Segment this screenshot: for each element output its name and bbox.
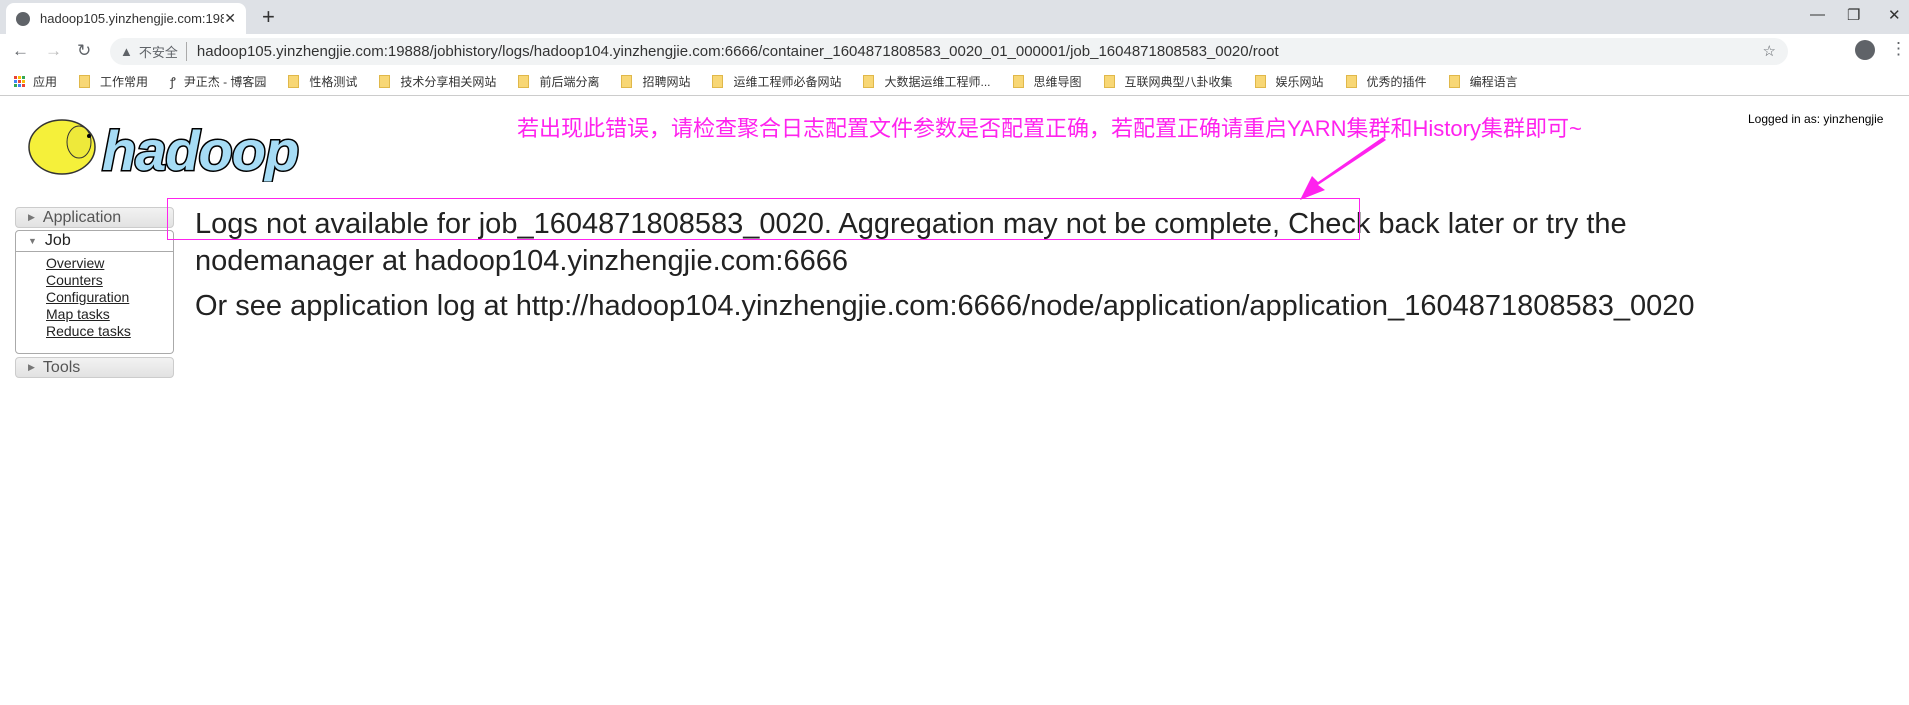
annotation-arrow-icon <box>1300 137 1386 200</box>
